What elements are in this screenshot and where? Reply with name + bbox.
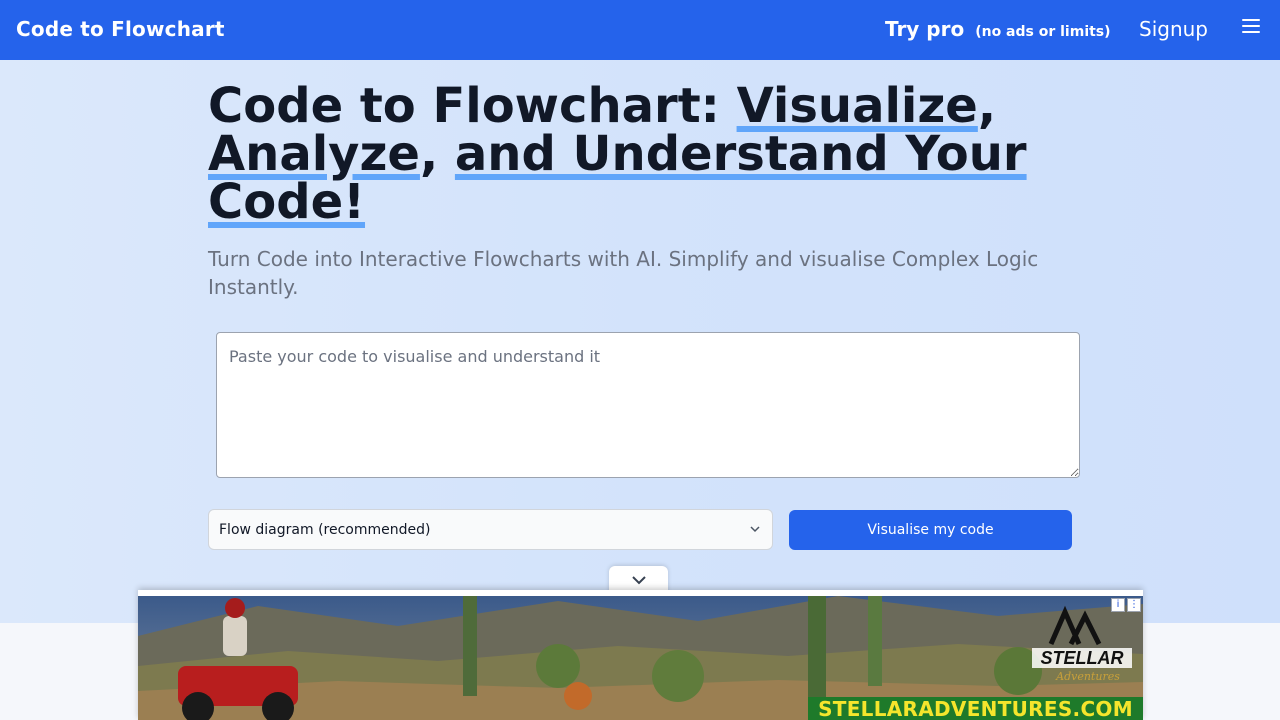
svg-text:Adventures: Adventures: [1055, 670, 1120, 683]
try-pro-note: (no ads or limits): [975, 24, 1111, 40]
chevron-down-icon: [750, 526, 760, 533]
ad-info-icon[interactable]: i: [1111, 598, 1125, 612]
chevron-down-icon: [631, 576, 646, 585]
title-highlight: Code!: [208, 174, 366, 230]
ad-info-controls[interactable]: i ⋮: [1111, 598, 1141, 612]
top-navbar: Code to Flowchart Try pro (no ads or lim…: [0, 0, 1280, 60]
visualise-button[interactable]: Visualise my code: [789, 510, 1072, 550]
diagram-type-value: Flow diagram (recommended): [219, 521, 431, 538]
page-subtitle: Turn Code into Interactive Flowcharts wi…: [208, 247, 1039, 299]
try-pro-label: Try pro: [885, 17, 965, 41]
ad-options-icon[interactable]: ⋮: [1127, 598, 1141, 612]
svg-text:STELLAR: STELLAR: [1041, 648, 1124, 668]
code-input[interactable]: [216, 332, 1080, 478]
signup-link[interactable]: Signup: [1139, 17, 1208, 41]
title-highlight: and Understand Your: [454, 126, 1027, 182]
page-title: Code to Flowchart: Visualize, Analyze, an…: [208, 82, 1088, 226]
ad-banner-text[interactable]: STELLARADVENTURES.COM: [808, 697, 1143, 720]
brand-link[interactable]: Code to Flowchart: [16, 17, 225, 41]
try-pro-link[interactable]: Try pro (no ads or limits): [885, 17, 1111, 41]
hamburger-menu-icon[interactable]: [1242, 19, 1262, 35]
diagram-type-select[interactable]: Flow diagram (recommended): [208, 509, 773, 550]
title-part: ,: [419, 126, 455, 182]
